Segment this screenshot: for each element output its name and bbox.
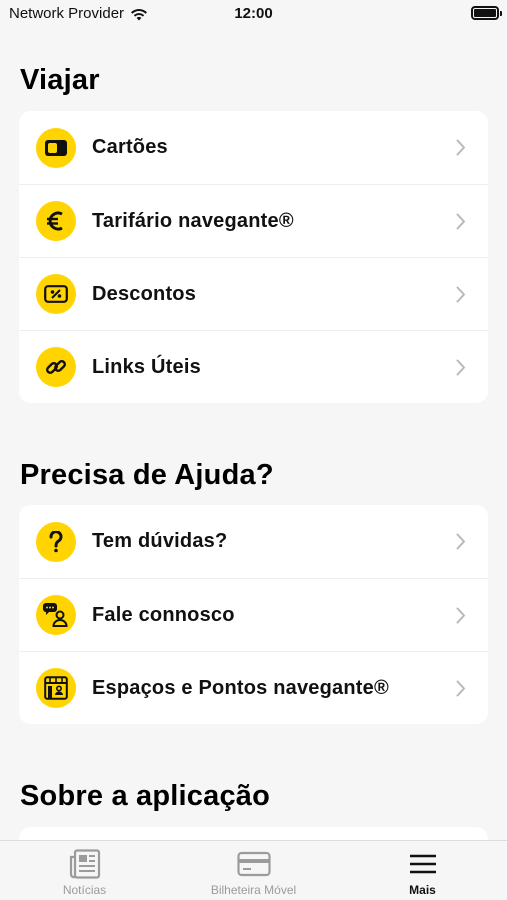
tab-label: Notícias xyxy=(62,883,107,897)
group-viajar: Cartões Tarifário navegante® Descontos L… xyxy=(19,111,488,403)
section-title-viajar: Viajar xyxy=(20,64,100,96)
row-label: Tarifário navegante® xyxy=(92,209,294,232)
menu-icon xyxy=(409,854,436,874)
chevron-right-icon xyxy=(456,213,465,230)
chevron-right-icon xyxy=(456,533,465,550)
group-sobre xyxy=(19,827,488,840)
tab-bar: Notícias Bilheteira Móvel Mais xyxy=(0,840,507,900)
row-fale-connosco[interactable]: Fale connosco xyxy=(19,578,488,651)
chevron-right-icon xyxy=(456,359,465,376)
chat-person-icon xyxy=(36,595,76,635)
row-espacos-pontos[interactable]: Espaços e Pontos navegante® xyxy=(19,651,488,724)
row-links-uteis[interactable]: Links Úteis xyxy=(19,330,488,403)
ticket-card-icon xyxy=(236,851,271,877)
tab-bilheteira-movel[interactable]: Bilheteira Móvel xyxy=(169,841,338,900)
row-descontos[interactable]: Descontos xyxy=(19,257,488,330)
store-icon xyxy=(36,668,76,708)
link-icon xyxy=(36,347,76,387)
status-right xyxy=(471,6,502,20)
chevron-right-icon xyxy=(456,139,465,156)
tab-noticias[interactable]: Notícias xyxy=(0,841,169,900)
row-label: Tem dúvidas? xyxy=(92,530,228,552)
row-label: Cartões xyxy=(92,136,168,158)
row-tem-duvidas[interactable]: Tem dúvidas? xyxy=(19,505,488,578)
tab-label: Mais xyxy=(409,883,436,897)
chevron-right-icon xyxy=(456,607,465,624)
row-label: Links Úteis xyxy=(92,355,201,378)
tab-label: Bilheteira Móvel xyxy=(210,883,297,897)
row-label: Fale connosco xyxy=(92,603,235,626)
tab-mais[interactable]: Mais xyxy=(338,841,507,900)
euro-icon xyxy=(36,201,76,241)
discount-ticket-icon xyxy=(36,274,76,314)
question-icon xyxy=(36,521,76,562)
card-icon xyxy=(36,127,76,168)
row-cartoes[interactable]: Cartões xyxy=(19,111,488,184)
section-title-sobre: Sobre a aplicação xyxy=(20,780,271,812)
row-tarifario[interactable]: Tarifário navegante® xyxy=(19,184,488,257)
status-time: 12:00 xyxy=(234,5,273,22)
group-ajuda: Tem dúvidas? Fale connosco Espaços e Pon… xyxy=(19,505,488,724)
section-title-ajuda: Precisa de Ajuda? xyxy=(20,459,274,491)
newspaper-icon xyxy=(69,849,100,879)
status-bar: Network Provider 12:00 xyxy=(0,0,507,28)
row-label: Espaços e Pontos navegante® xyxy=(92,676,389,699)
chevron-right-icon xyxy=(456,286,465,303)
chevron-right-icon xyxy=(456,680,465,697)
battery-icon xyxy=(471,6,502,20)
row-label: Descontos xyxy=(92,282,197,305)
settings-scroll[interactable]: Viajar Cartões Tarifário navegante® Desc… xyxy=(0,28,507,840)
